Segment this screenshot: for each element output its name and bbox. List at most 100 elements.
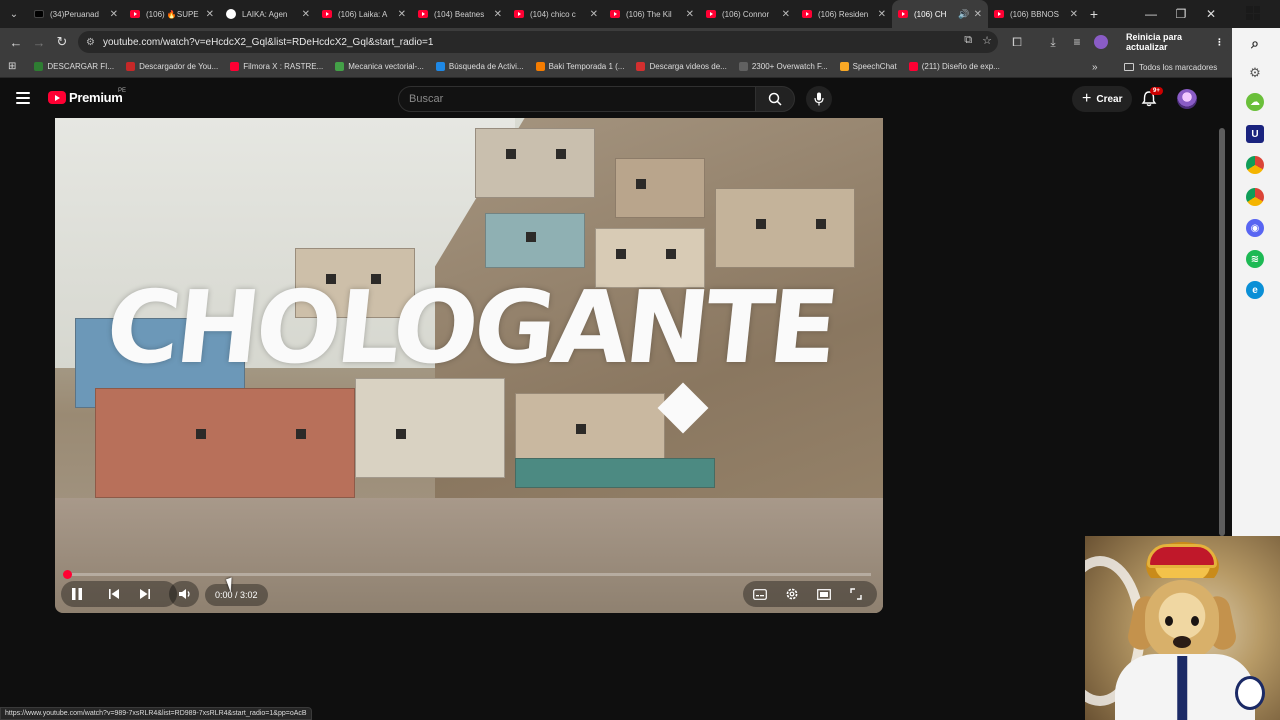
browser-tab[interactable]: (106) CH 🔊 ✕ — [892, 0, 988, 28]
back-button[interactable]: ← — [4, 30, 28, 54]
close-tab-icon[interactable]: ✕ — [398, 9, 406, 20]
user-avatar[interactable] — [1177, 89, 1197, 109]
skip-next-icon — [140, 589, 150, 599]
tab-title: (104) chico c — [530, 9, 576, 19]
close-tab-icon[interactable]: ✕ — [1070, 9, 1078, 20]
more-bookmarks-chevron-icon[interactable]: » — [1092, 56, 1098, 78]
extensions-icon[interactable]: ⧠ — [1006, 30, 1028, 54]
discord-icon[interactable]: ◉ — [1246, 219, 1264, 237]
browser-tab[interactable]: (104) Beatnes ✕ — [412, 0, 508, 28]
dog-head — [1145, 580, 1219, 660]
settings-button[interactable] — [781, 583, 803, 605]
subtitles-button[interactable] — [749, 583, 771, 605]
fullscreen-button[interactable] — [845, 583, 867, 605]
volume-button[interactable] — [175, 583, 195, 605]
profile-icon[interactable] — [1090, 30, 1112, 54]
video-title-art: CHOLOGANTE — [100, 268, 839, 388]
browser-tab[interactable]: (106) BBNOS ✕ — [988, 0, 1084, 28]
pause-button[interactable] — [67, 583, 87, 605]
menu-hamburger-icon[interactable] — [16, 92, 30, 104]
media-controls-icon[interactable]: ≡ — [1066, 30, 1088, 54]
voice-search-button[interactable] — [806, 86, 832, 112]
progress-bar[interactable] — [63, 570, 871, 579]
edge-e-icon[interactable]: e — [1246, 281, 1264, 299]
settings-gear-icon — [786, 588, 798, 600]
forward-button[interactable]: → — [27, 30, 51, 54]
close-tab-icon[interactable]: ✕ — [782, 9, 790, 20]
browser-tab[interactable]: (106) 🔥SUPE ✕ — [124, 0, 220, 28]
close-tab-icon[interactable]: ✕ — [110, 9, 118, 20]
browser-tab[interactable]: (106) The Kil ✕ — [604, 0, 700, 28]
browser-tab[interactable]: (104) chico c ✕ — [508, 0, 604, 28]
youtube-premium-logo[interactable]: Premium PE — [48, 88, 126, 105]
close-tab-icon[interactable]: ✕ — [974, 9, 982, 20]
downloads-icon[interactable]: ⤓ — [1042, 30, 1064, 54]
bookmark-label: SpeechChat — [852, 62, 897, 71]
cloud-app-icon[interactable]: ☁ — [1246, 93, 1264, 111]
tiktok-icon — [34, 10, 44, 18]
browser-tab[interactable]: (106) Connor ✕ — [700, 0, 796, 28]
bookmark-item[interactable]: Búsqueda de Activi... — [430, 56, 530, 78]
previous-button[interactable] — [104, 583, 124, 605]
search-box[interactable] — [398, 86, 756, 112]
close-tab-icon[interactable]: ✕ — [878, 9, 886, 20]
folder-icon — [1124, 63, 1134, 71]
scrubber-handle[interactable] — [63, 570, 72, 579]
close-window-button[interactable]: ✕ — [1196, 0, 1226, 28]
new-tab-button[interactable]: + — [1084, 6, 1104, 22]
restore-button[interactable]: ❐ — [1166, 0, 1196, 28]
awning — [515, 458, 715, 488]
browser-tab[interactable]: (106) Laika: A ✕ — [316, 0, 412, 28]
apps-grid-icon[interactable]: ⊞ — [0, 56, 22, 78]
bookmark-star-icon[interactable]: ☆ — [982, 34, 992, 47]
theater-mode-button[interactable] — [813, 583, 835, 605]
settings-gear-icon[interactable]: ⚙ — [1246, 64, 1264, 82]
bookmark-item[interactable]: (211) Diseño de exp... — [903, 56, 1006, 78]
bookmark-item[interactable]: Filmora X : RASTRE... — [224, 56, 329, 78]
house — [475, 128, 595, 198]
fullscreen-icon — [850, 588, 862, 600]
spotify-icon[interactable]: ≋ — [1246, 250, 1264, 268]
tab-audio-icon[interactable]: 🔊 — [958, 9, 969, 20]
bookmark-item[interactable]: SpeechChat — [834, 56, 903, 78]
bookmark-item[interactable]: Mecanica vectorial-... — [329, 56, 430, 78]
create-button[interactable]: + Crear — [1072, 86, 1133, 112]
bookmark-item[interactable]: Descargador de You... — [120, 56, 224, 78]
bookmark-favicon-icon — [636, 62, 646, 71]
chrome-profile-icon[interactable] — [1246, 188, 1264, 206]
close-tab-icon[interactable]: ✕ — [686, 9, 694, 20]
search-input[interactable] — [399, 87, 755, 111]
u-app-icon[interactable]: U — [1246, 125, 1264, 143]
bookmark-item[interactable]: DESCARGAR FI... — [28, 56, 120, 78]
relaunch-to-update-button[interactable]: Reinicia para actualizar ⋮ — [1118, 32, 1232, 52]
search-button[interactable] — [755, 86, 795, 112]
title-art-text: CHOLOGANTE — [100, 269, 840, 386]
tab-title: (106) The Kil — [626, 9, 672, 19]
install-app-icon[interactable]: ⧉ — [964, 34, 972, 47]
bookmarks-bar: ⊞ DESCARGAR FI... Descargador de You... Fi… — [0, 56, 1232, 78]
minimize-button[interactable]: — — [1136, 0, 1166, 28]
address-bar[interactable]: ⚙ youtube.com/watch?v=eHcdcX2_Gql&list=R… — [78, 31, 998, 53]
bookmark-label: Filmora X : RASTRE... — [243, 62, 324, 71]
close-tab-icon[interactable]: ✕ — [494, 9, 502, 20]
page-scrollbar-thumb[interactable] — [1219, 128, 1225, 536]
close-tab-icon[interactable]: ✕ — [206, 9, 214, 20]
browser-tab[interactable]: (34)Peruanad ✕ — [28, 0, 124, 28]
video-player[interactable]: CHOLOGANTE 0:00 / 3:02 — [55, 118, 883, 613]
next-button[interactable] — [135, 583, 155, 605]
tab-title: (34)Peruanad — [50, 9, 99, 19]
bookmark-item[interactable]: 2300+ Overwatch F... — [733, 56, 834, 78]
bookmark-item[interactable]: Baki Temporada 1 (... — [530, 56, 631, 78]
browser-tab[interactable]: LAIKA: Agen ✕ — [220, 0, 316, 28]
reload-button[interactable]: ↻ — [50, 30, 74, 54]
all-bookmarks-button[interactable]: Todos los marcadores — [1124, 56, 1217, 78]
tab-search-chevron-icon[interactable]: ⌄ — [4, 4, 24, 24]
chrome-icon[interactable] — [1246, 156, 1264, 174]
search-icon[interactable]: ⌕ — [1246, 34, 1264, 52]
bookmark-item[interactable]: Descarga videos de... — [630, 56, 732, 78]
time-display-text: 0:00 / 3:02 — [215, 590, 258, 600]
browser-tab[interactable]: (106) Residen ✕ — [796, 0, 892, 28]
site-info-icon[interactable]: ⚙ — [86, 37, 95, 48]
close-tab-icon[interactable]: ✕ — [302, 9, 310, 20]
close-tab-icon[interactable]: ✕ — [590, 9, 598, 20]
